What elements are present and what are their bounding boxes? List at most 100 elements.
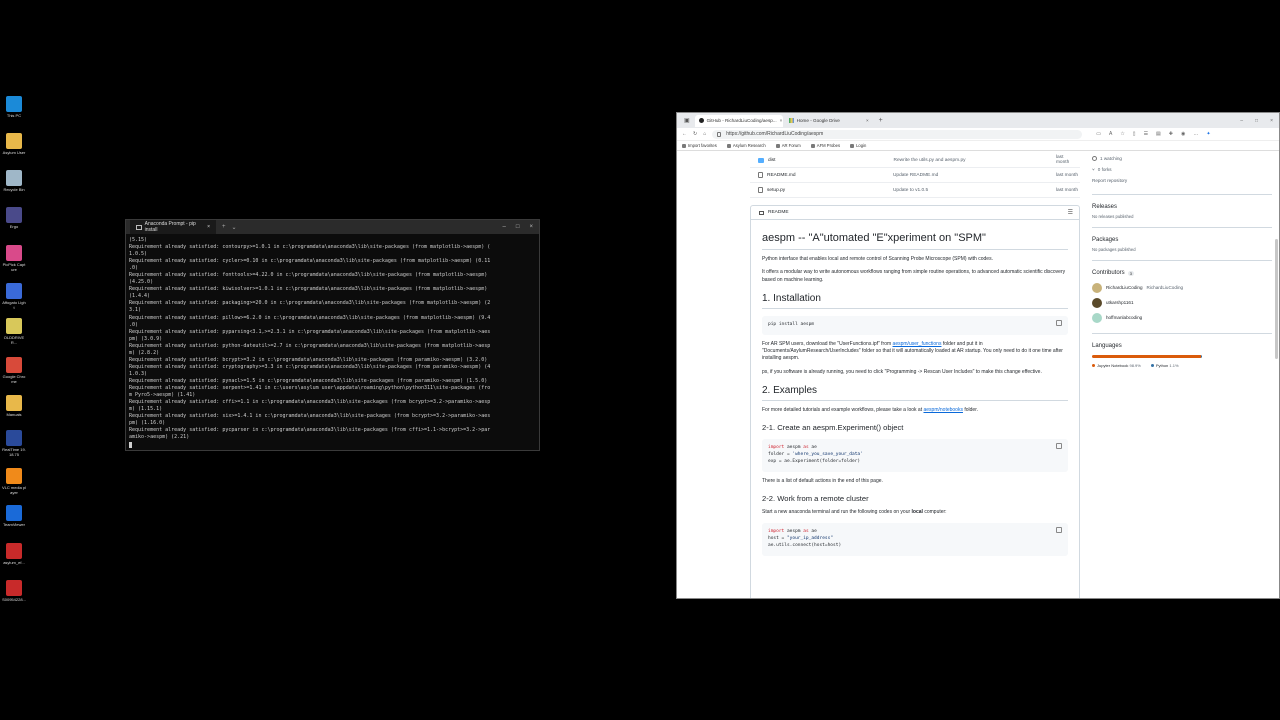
desktop-icon[interactable]: Affogato Light	[2, 283, 26, 310]
book-icon	[759, 210, 764, 215]
browser-tab-strip: ▣ GitHub - RichardLiuCoding/aesp... × Ho…	[677, 113, 1279, 128]
desktop-icon[interactable]: Recycle Bin	[2, 170, 26, 192]
favorite-item[interactable]: AFM Probes	[810, 143, 840, 148]
favorite-item[interactable]: Import favorites	[682, 143, 717, 148]
text: computer:	[922, 508, 947, 515]
minimize-button[interactable]: –	[1240, 118, 1243, 124]
desktop-icon[interactable]: Manuals	[2, 395, 26, 417]
desktop-icon[interactable]: asylum_ef...	[2, 543, 26, 565]
new-tab-button[interactable]: +	[222, 224, 226, 230]
desktop-icon[interactable]: Ergo	[2, 207, 26, 229]
desktop-icon-label: Google Chrome	[2, 374, 26, 384]
address-bar[interactable]: https://github.com/RichardLiuCoding/aesp…	[712, 129, 1083, 139]
favorite-item[interactable]: Asylum Research	[726, 143, 766, 148]
desktop-icon[interactable]: TeamViewer	[2, 505, 26, 527]
back-icon[interactable]: ←	[682, 131, 687, 137]
user-functions-link[interactable]: aespm/user_functions	[893, 341, 942, 347]
app-icon	[6, 580, 22, 596]
app-icon	[6, 395, 22, 411]
maximize-button[interactable]: □	[1255, 118, 1258, 124]
scrollbar[interactable]	[1275, 239, 1278, 359]
forks-link[interactable]: ⑂ 0 forks	[1092, 164, 1272, 175]
tab-github[interactable]: GitHub - RichardLiuCoding/aesp... ×	[694, 114, 783, 127]
browser-toolbar: ▭ A ☆ ▯ ☰ ▤ ✚ ◉ … ✦	[1096, 131, 1210, 137]
file-row[interactable]: setup.py Update to v1.0.5 last month	[750, 183, 1080, 198]
sidebar-toggle-icon[interactable]: ▣	[681, 117, 693, 124]
code-block: import aespm as ae folder = 'where_you_sa…	[762, 439, 1068, 472]
close-icon[interactable]: ×	[780, 118, 783, 123]
favorite-item[interactable]: Login	[850, 143, 866, 148]
refresh-icon[interactable]: ↻	[693, 131, 697, 137]
desktop-icon[interactable]: RealTime 19.18.75	[2, 430, 26, 457]
terminal-line: 1.0.3)	[129, 370, 148, 377]
copy-icon[interactable]	[1056, 319, 1062, 326]
chevron-down-icon[interactable]: ⌄	[232, 224, 237, 231]
desktop-icon[interactable]: OLDDRIVER...	[2, 318, 26, 345]
commit-message[interactable]: Update to v1.0.5	[893, 188, 1056, 193]
contributor[interactable]: RichardLiuCoding RichardLiuCoding	[1092, 280, 1272, 295]
minimize-button[interactable]: –	[503, 224, 506, 230]
desktop-icon[interactable]: S00954228...	[2, 580, 26, 602]
close-button[interactable]: ×	[529, 224, 533, 230]
terminal-output[interactable]: (5.15) Requirement already satisfied: con…	[126, 234, 539, 450]
home-icon[interactable]: ⌂	[703, 131, 706, 137]
desktop-icon[interactable]: Asylum User	[2, 133, 26, 155]
contributor[interactable]: hoffmanlabcoding	[1092, 310, 1272, 325]
contributors-heading[interactable]: Contributors 3	[1092, 270, 1272, 276]
file-icon	[758, 187, 763, 193]
extensions-icon[interactable]: ✚	[1169, 131, 1173, 137]
favorites-icon[interactable]: ☰	[1144, 131, 1148, 137]
edge-browser-window[interactable]: ▣ GitHub - RichardLiuCoding/aesp... × Ho…	[676, 112, 1280, 599]
report-repository-link[interactable]: Report repository	[1092, 175, 1272, 186]
file-name[interactable]: README.md	[767, 173, 893, 178]
releases-heading[interactable]: Releases	[1092, 204, 1272, 210]
tab-google-drive[interactable]: Home - Google Drive ×	[785, 115, 873, 127]
desktop-icon[interactable]: This PC	[2, 96, 26, 118]
code-line: exp = ae.Experiment(folder=folder)	[768, 458, 861, 464]
favorite-item[interactable]: AR Forum	[775, 143, 801, 148]
reader-icon[interactable]: ▭	[1096, 131, 1101, 137]
commit-message[interactable]: Rewrite the utils.py and aespm.py	[894, 158, 1056, 163]
split-screen-icon[interactable]: ▯	[1133, 131, 1136, 137]
language-item[interactable]: Python 1.1%	[1150, 363, 1179, 368]
close-icon[interactable]: ×	[866, 118, 869, 123]
terminal-line: Requirement already satisfied: serpent>=…	[129, 384, 491, 391]
desktop-icon-label: This PC	[6, 113, 22, 118]
language-item[interactable]: Jupyter Notebook 98.9%	[1092, 363, 1141, 368]
readme-tab[interactable]: README	[768, 210, 789, 215]
copilot-icon[interactable]: ✦	[1206, 131, 1210, 137]
read-aloud-icon[interactable]: A	[1109, 131, 1112, 137]
close-icon[interactable]: ×	[207, 224, 210, 230]
outline-icon[interactable]: ☰	[1068, 209, 1073, 216]
commit-message[interactable]: Update README.md	[893, 173, 1056, 178]
watching-link[interactable]: 1 watching	[1092, 153, 1272, 164]
contributors-list: RichardLiuCoding RichardLiuCoding utkarshp…	[1092, 280, 1272, 325]
bookmark-icon	[726, 143, 731, 148]
new-tab-button[interactable]: +	[875, 117, 887, 124]
desktop-icon[interactable]: PicPick Capture	[2, 245, 26, 272]
app-icon	[6, 505, 22, 521]
notebooks-link[interactable]: aespm/notebooks	[923, 407, 962, 413]
file-row[interactable]: README.md Update README.md last month	[750, 168, 1080, 183]
desktop-icon-label: Asylum User	[2, 150, 26, 155]
file-name[interactable]: dist	[768, 158, 894, 163]
contributor[interactable]: utkarshp1161	[1092, 295, 1272, 310]
more-icon[interactable]: …	[1193, 131, 1198, 137]
file-row[interactable]: dist Rewrite the utils.py and aespm.py las…	[750, 153, 1080, 168]
copy-icon[interactable]	[1056, 443, 1062, 450]
desktop-icon[interactable]: VLC media player	[2, 468, 26, 495]
maximize-button[interactable]: □	[516, 224, 520, 230]
language-name: Jupyter Notebook	[1097, 363, 1130, 368]
terminal-tab-title: Anaconda Prompt - pip install	[144, 221, 196, 233]
favorite-star-icon[interactable]: ☆	[1120, 131, 1124, 137]
desktop-icon[interactable]: Google Chrome	[2, 357, 26, 384]
profile-icon[interactable]: ◉	[1181, 131, 1185, 137]
collections-icon[interactable]: ▤	[1156, 131, 1161, 137]
close-button[interactable]: ×	[1270, 118, 1273, 124]
terminal-tab[interactable]: Anaconda Prompt - pip install ×	[130, 220, 216, 234]
copy-icon[interactable]	[1056, 527, 1062, 534]
file-name[interactable]: setup.py	[767, 188, 893, 193]
forks-text: 0 forks	[1097, 167, 1112, 172]
packages-heading[interactable]: Packages	[1092, 237, 1272, 243]
anaconda-prompt-window[interactable]: Anaconda Prompt - pip install × + ⌄ – □ …	[125, 219, 540, 451]
